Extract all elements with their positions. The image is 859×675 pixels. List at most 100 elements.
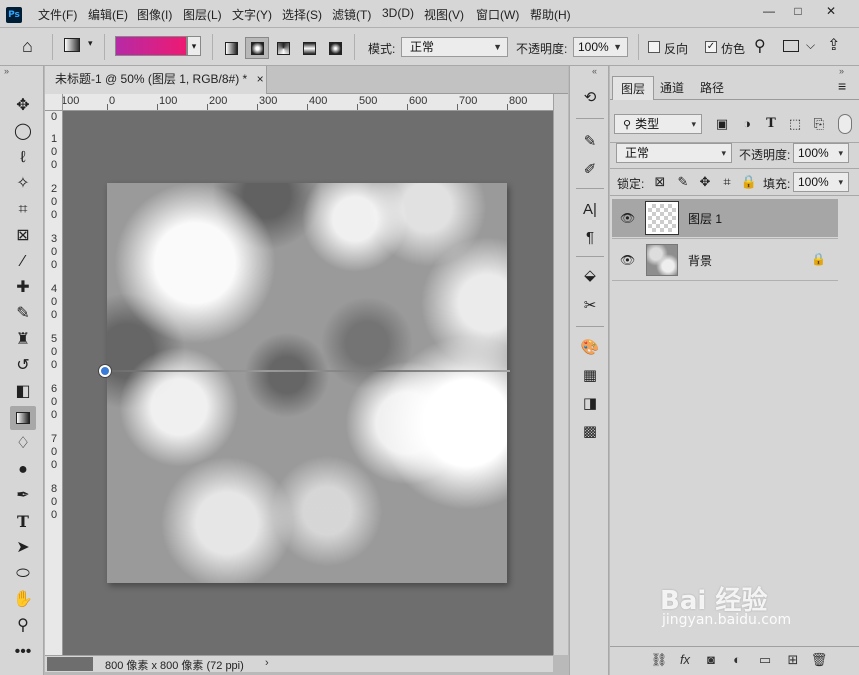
link-layers-icon[interactable]: ⛓: [650, 651, 668, 669]
menu-edit[interactable]: 编辑(E): [88, 6, 128, 23]
lock-position-icon[interactable]: ✥: [695, 172, 715, 192]
opacity-input[interactable]: 100% ▼: [573, 37, 628, 57]
color-panel-icon[interactable]: 🎨: [578, 336, 602, 360]
layer-row[interactable]: 👁 背景 🔒: [612, 241, 838, 279]
lock-all-icon[interactable]: 🔒: [739, 172, 759, 192]
eyedropper-tool-icon[interactable]: ⁄: [10, 250, 36, 274]
collapse-toolbar-icon[interactable]: »: [4, 66, 9, 76]
blur-tool-icon[interactable]: ♢: [10, 432, 36, 456]
marquee-tool-icon[interactable]: ◯: [10, 120, 36, 144]
menu-type[interactable]: 文字(Y): [232, 6, 272, 23]
document-canvas[interactable]: [107, 183, 507, 583]
path-selection-tool-icon[interactable]: ➤: [10, 536, 36, 560]
eraser-tool-icon[interactable]: ◧: [10, 380, 36, 404]
visibility-eye-icon[interactable]: 👁: [620, 253, 635, 267]
filter-type-icon[interactable]: T: [761, 114, 781, 134]
blend-mode-select[interactable]: 正常 ▾: [616, 143, 732, 163]
minimize-button[interactable]: —: [755, 2, 783, 20]
menu-window[interactable]: 窗口(W): [476, 6, 519, 23]
menu-image[interactable]: 图像(I): [137, 6, 172, 23]
history-brush-tool-icon[interactable]: ↺: [10, 354, 36, 378]
share-icon[interactable]: ⇪: [827, 35, 840, 55]
pen-tool-icon[interactable]: ✒: [10, 484, 36, 508]
dodge-tool-icon[interactable]: ●: [10, 458, 36, 482]
menu-3d[interactable]: 3D(D): [382, 6, 414, 20]
crop-tool-icon[interactable]: ⌗: [10, 198, 36, 222]
more-tools-icon[interactable]: •••: [10, 640, 36, 664]
gradient-tool-icon[interactable]: [10, 406, 36, 430]
ellipse-tool-icon[interactable]: ⬭: [10, 562, 36, 586]
gradient-tool-preset-icon[interactable]: [64, 38, 80, 52]
collapse-panel-icon[interactable]: »: [839, 66, 844, 76]
paragraph-panel-icon[interactable]: ¶: [578, 226, 602, 250]
document-tab[interactable]: 未标题-1 @ 50% (图层 1, RGB/8#) * ×: [45, 66, 267, 94]
gradient-picker-dropdown[interactable]: ▾: [187, 36, 201, 56]
linear-gradient-button[interactable]: [219, 37, 243, 59]
status-menu-arrow[interactable]: ›: [265, 657, 269, 669]
panel-menu-icon[interactable]: ≡: [838, 78, 846, 94]
dither-checkbox[interactable]: ✓: [705, 41, 717, 53]
zoom-tool-icon[interactable]: ⚲: [10, 614, 36, 638]
menu-file[interactable]: 文件(F): [38, 6, 77, 23]
3d-panel-icon[interactable]: ⬙: [578, 264, 602, 288]
filter-adjustment-icon[interactable]: ◑: [737, 114, 757, 134]
visibility-eye-icon[interactable]: 👁: [620, 211, 635, 225]
vertical-scrollbar[interactable]: [553, 94, 568, 655]
swatches-panel-icon[interactable]: ▦: [578, 364, 602, 388]
menu-help[interactable]: 帮助(H): [530, 6, 571, 23]
filter-pixel-icon[interactable]: ▣: [712, 114, 732, 134]
gradients-panel-icon[interactable]: ◨: [578, 392, 602, 416]
tool-presets-icon[interactable]: ✂: [578, 294, 602, 318]
delete-layer-icon[interactable]: 🗑: [810, 651, 828, 669]
gradient-swatch[interactable]: [115, 36, 187, 56]
menu-select[interactable]: 选择(S): [282, 6, 322, 23]
workspace-icon[interactable]: [783, 40, 799, 52]
radial-gradient-button[interactable]: [245, 37, 269, 59]
chevron-down-icon[interactable]: ⌵: [806, 38, 815, 53]
mode-select[interactable]: 正常 ▼: [401, 37, 508, 57]
patterns-panel-icon[interactable]: ▩: [578, 420, 602, 444]
magic-wand-tool-icon[interactable]: ✧: [10, 172, 36, 196]
new-group-icon[interactable]: ▭: [756, 651, 774, 669]
lasso-tool-icon[interactable]: ℓ: [10, 146, 36, 170]
lock-image-icon[interactable]: ✎: [673, 172, 693, 192]
reflected-gradient-button[interactable]: [297, 37, 321, 59]
lock-artboard-icon[interactable]: ⌗: [717, 172, 737, 192]
diamond-gradient-button[interactable]: [323, 37, 347, 59]
zoom-level-field[interactable]: [47, 657, 93, 671]
brushes-panel-icon[interactable]: ✐: [578, 158, 602, 182]
menu-filter[interactable]: 滤镜(T): [332, 6, 371, 23]
brush-settings-icon[interactable]: ✎: [578, 130, 602, 154]
type-tool-icon[interactable]: T: [10, 510, 36, 534]
filter-smart-object-icon[interactable]: ⎘: [809, 114, 829, 134]
layer-style-icon[interactable]: fx: [676, 651, 694, 669]
hand-tool-icon[interactable]: ✋: [10, 588, 36, 612]
angle-gradient-button[interactable]: [271, 37, 295, 59]
frame-tool-icon[interactable]: ⊠: [10, 224, 36, 248]
search-icon[interactable]: ⚲: [754, 36, 766, 56]
new-layer-icon[interactable]: ⊞: [784, 651, 802, 669]
home-icon[interactable]: ⌂: [22, 36, 33, 57]
stamp-tool-icon[interactable]: ♜: [10, 328, 36, 352]
add-mask-icon[interactable]: ◙: [702, 651, 720, 669]
layer-filter-select[interactable]: ⚲ 类型 ▾: [614, 114, 702, 134]
vertical-ruler[interactable]: 0 100 200 300 400 500 600 700 800: [45, 111, 63, 655]
menu-view[interactable]: 视图(V): [424, 6, 464, 23]
filter-toggle[interactable]: [838, 114, 852, 134]
fill-input[interactable]: 100% ▾: [793, 172, 849, 192]
maximize-button[interactable]: □: [784, 2, 812, 20]
healing-brush-tool-icon[interactable]: ✚: [10, 276, 36, 300]
history-panel-icon[interactable]: ⟲: [578, 86, 602, 110]
horizontal-ruler[interactable]: 100 0 100 200 300 400 500 600 700 800: [63, 94, 553, 111]
move-tool-icon[interactable]: ✥: [10, 94, 36, 118]
layer-opacity-input[interactable]: 100% ▾: [793, 143, 849, 163]
tab-layers[interactable]: 图层: [612, 76, 655, 100]
tab-close-icon[interactable]: ×: [257, 72, 264, 86]
tab-paths[interactable]: 路径: [692, 76, 732, 100]
filter-shape-icon[interactable]: ⬚: [785, 114, 805, 134]
reverse-checkbox[interactable]: [648, 41, 660, 53]
gradient-start-handle[interactable]: [99, 365, 111, 377]
expand-panels-icon[interactable]: «: [592, 66, 597, 76]
close-window-button[interactable]: ✕: [817, 2, 845, 20]
adjustment-layer-icon[interactable]: ◐: [728, 651, 746, 669]
